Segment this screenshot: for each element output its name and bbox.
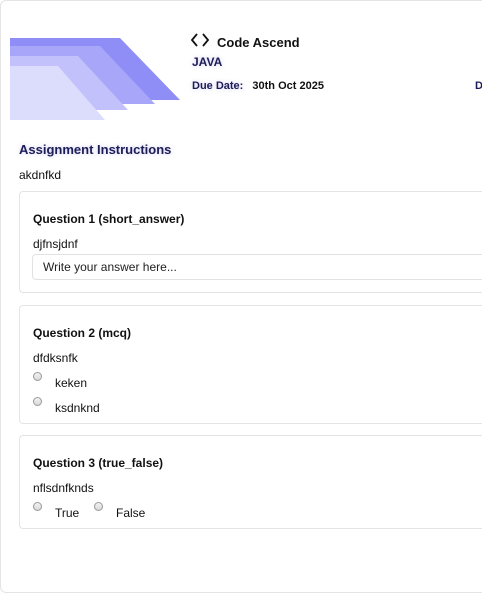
radio-button[interactable] bbox=[33, 502, 42, 511]
code-icon bbox=[191, 33, 209, 47]
option-true[interactable]: True bbox=[33, 502, 79, 520]
question-text: nflsdnfknds bbox=[33, 481, 94, 495]
radio-button[interactable] bbox=[94, 502, 103, 511]
page: Code Ascend JAVA Due Date: 30th Oct 2025… bbox=[0, 0, 482, 595]
question-card-2: Question 2 (mcq) dfdksnfk keken ksdnknd bbox=[19, 305, 482, 424]
option-false[interactable]: False bbox=[94, 502, 145, 520]
banner-graphic bbox=[10, 38, 180, 120]
radio-button[interactable] bbox=[33, 397, 42, 406]
answer-input[interactable] bbox=[32, 254, 482, 280]
due-date: Due Date: 30th Oct 2025 bbox=[192, 80, 324, 92]
question-title: Question 1 (short_answer) bbox=[33, 212, 185, 226]
option-label: keken bbox=[55, 376, 88, 390]
question-card-1: Question 1 (short_answer) djfnsjdnf bbox=[19, 191, 482, 293]
option-label: True bbox=[55, 506, 80, 520]
option-keken[interactable]: keken bbox=[33, 372, 87, 390]
question-title: Question 3 (true_false) bbox=[33, 456, 164, 470]
instructions-body: akdnfkd bbox=[19, 168, 62, 182]
option-ksdnknd[interactable]: ksdnknd bbox=[33, 397, 100, 415]
header-right-text: D bbox=[475, 80, 482, 92]
course-name: JAVA bbox=[192, 55, 223, 69]
question-card-3: Question 3 (true_false) nflsdnfknds True… bbox=[19, 435, 482, 529]
brand: Code Ascend bbox=[191, 30, 300, 50]
option-label: False bbox=[116, 506, 146, 520]
option-label: ksdnknd bbox=[55, 401, 100, 415]
instructions-title: Assignment Instructions bbox=[19, 142, 172, 157]
brand-name: Code Ascend bbox=[217, 35, 300, 50]
question-text: djfnsjdnf bbox=[33, 237, 78, 251]
due-date-value: 30th Oct 2025 bbox=[252, 80, 324, 92]
question-title: Question 2 (mcq) bbox=[33, 326, 132, 340]
due-date-label: Due Date: bbox=[192, 80, 244, 92]
question-text: dfdksnfk bbox=[33, 351, 78, 365]
radio-button[interactable] bbox=[33, 372, 42, 381]
